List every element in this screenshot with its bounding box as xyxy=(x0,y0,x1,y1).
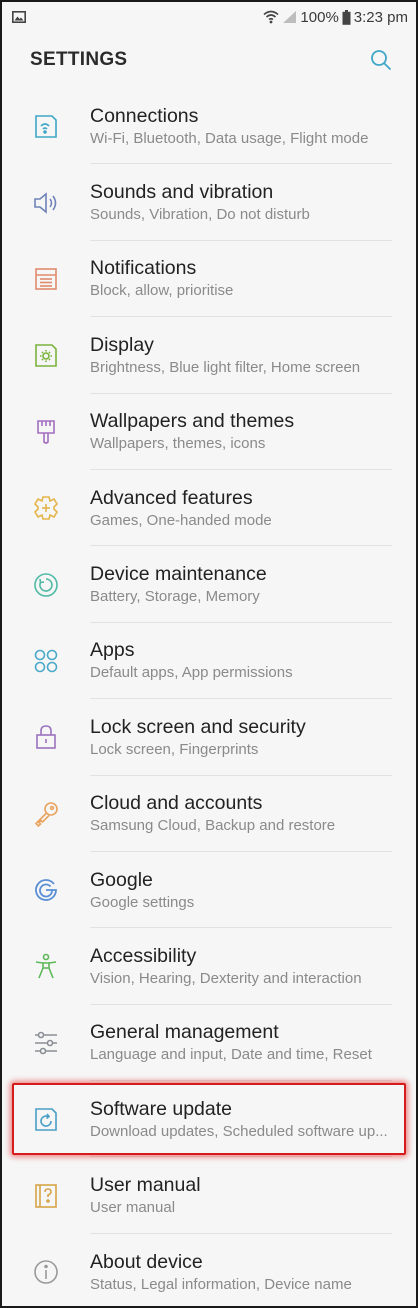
settings-item-about-device[interactable]: About device Status, Legal information, … xyxy=(2,1234,416,1306)
battery-percentage: 100% xyxy=(300,8,339,26)
item-subtitle: Status, Legal information, Device name xyxy=(90,1275,352,1293)
key-icon xyxy=(2,800,90,828)
settings-item-user-manual[interactable]: User manual User manual xyxy=(2,1157,416,1234)
software-update-icon xyxy=(2,1105,90,1133)
clock: 3:23 pm xyxy=(353,8,408,26)
settings-item-apps[interactable]: Apps Default apps, App permissions xyxy=(2,623,416,700)
header: SETTINGS xyxy=(2,32,416,88)
item-subtitle: Sounds, Vibration, Do not disturb xyxy=(90,206,310,224)
settings-item-general-management[interactable]: General management Language and input, D… xyxy=(2,1005,416,1082)
manual-icon xyxy=(2,1182,90,1210)
settings-item-cloud-accounts[interactable]: Cloud and accounts Samsung Cloud, Backup… xyxy=(2,776,416,852)
item-title: Notifications xyxy=(90,257,197,280)
item-title: Software update xyxy=(90,1097,233,1120)
google-icon xyxy=(2,876,90,904)
item-subtitle: Brightness, Blue light filter, Home scre… xyxy=(90,358,361,376)
speaker-icon xyxy=(2,189,90,217)
item-subtitle: Wallpapers, themes, icons xyxy=(90,435,266,453)
maintenance-icon xyxy=(2,571,90,599)
settings-item-accessibility[interactable]: Accessibility Vision, Hearing, Dexterity… xyxy=(2,928,416,1005)
brush-icon xyxy=(2,418,90,446)
item-title: Display xyxy=(90,333,154,356)
item-subtitle: Block, allow, prioritise xyxy=(90,282,234,300)
display-icon xyxy=(2,341,90,369)
search-button[interactable] xyxy=(370,49,392,71)
settings-item-wallpapers[interactable]: Wallpapers and themes Wallpapers, themes… xyxy=(2,394,416,470)
item-title: Connections xyxy=(90,104,199,127)
lock-icon xyxy=(2,723,90,751)
settings-item-notifications[interactable]: Notifications Block, allow, prioritise xyxy=(2,241,416,318)
item-subtitle: Vision, Hearing, Dexterity and interacti… xyxy=(90,969,362,987)
item-title: Wallpapers and themes xyxy=(90,410,295,433)
settings-item-lock-screen[interactable]: Lock screen and security Lock screen, Fi… xyxy=(2,699,416,776)
signal-icon xyxy=(282,10,297,24)
wifi-icon xyxy=(263,10,279,24)
item-title: Sounds and vibration xyxy=(90,181,274,204)
item-subtitle: Wi-Fi, Bluetooth, Data usage, Flight mod… xyxy=(90,129,369,147)
notifications-icon xyxy=(2,265,90,293)
info-icon xyxy=(2,1258,90,1286)
item-subtitle: Games, One-handed mode xyxy=(90,511,272,529)
item-title: Device maintenance xyxy=(90,563,267,586)
item-subtitle: Battery, Storage, Memory xyxy=(90,588,260,606)
item-subtitle: Language and input, Date and time, Reset xyxy=(90,1046,372,1064)
settings-item-device-maintenance[interactable]: Device maintenance Battery, Storage, Mem… xyxy=(2,546,416,623)
item-subtitle: Download updates, Scheduled software up.… xyxy=(90,1122,388,1140)
battery-icon xyxy=(342,9,351,25)
item-title: Accessibility xyxy=(90,944,197,967)
item-title: General management xyxy=(90,1021,279,1044)
gallery-notification-icon xyxy=(12,11,26,23)
item-title: User manual xyxy=(90,1174,201,1197)
item-title: Lock screen and security xyxy=(90,715,306,738)
accessibility-icon xyxy=(2,952,90,980)
item-subtitle: Samsung Cloud, Backup and restore xyxy=(90,817,336,835)
item-subtitle: Default apps, App permissions xyxy=(90,664,293,682)
settings-item-software-update[interactable]: Software update Download updates, Schedu… xyxy=(2,1081,416,1158)
gear-plus-icon xyxy=(2,494,90,522)
settings-item-connections[interactable]: Connections Wi-Fi, Bluetooth, Data usage… xyxy=(2,88,416,165)
item-title: Cloud and accounts xyxy=(90,792,263,815)
settings-screen: 100% 3:23 pm SETTINGS Connections Wi-Fi,… xyxy=(0,0,418,1308)
item-title: Advanced features xyxy=(90,486,253,509)
settings-item-advanced-features[interactable]: Advanced features Games, One-handed mode xyxy=(2,470,416,547)
page-title: SETTINGS xyxy=(30,49,128,70)
item-subtitle: Lock screen, Fingerprints xyxy=(90,740,259,758)
sliders-icon xyxy=(2,1029,90,1057)
settings-list: Connections Wi-Fi, Bluetooth, Data usage… xyxy=(2,88,416,1306)
item-subtitle: User manual xyxy=(90,1199,176,1217)
connections-icon xyxy=(2,112,90,140)
item-title: Google xyxy=(90,868,153,891)
search-icon xyxy=(371,50,392,71)
settings-item-sounds[interactable]: Sounds and vibration Sounds, Vibration, … xyxy=(2,164,416,241)
settings-item-google[interactable]: Google Google settings xyxy=(2,852,416,929)
apps-icon xyxy=(2,647,90,675)
settings-item-display[interactable]: Display Brightness, Blue light filter, H… xyxy=(2,317,416,394)
item-subtitle: Google settings xyxy=(90,893,195,911)
item-title: About device xyxy=(90,1250,203,1273)
status-bar: 100% 3:23 pm xyxy=(2,2,416,32)
item-title: Apps xyxy=(90,639,135,662)
